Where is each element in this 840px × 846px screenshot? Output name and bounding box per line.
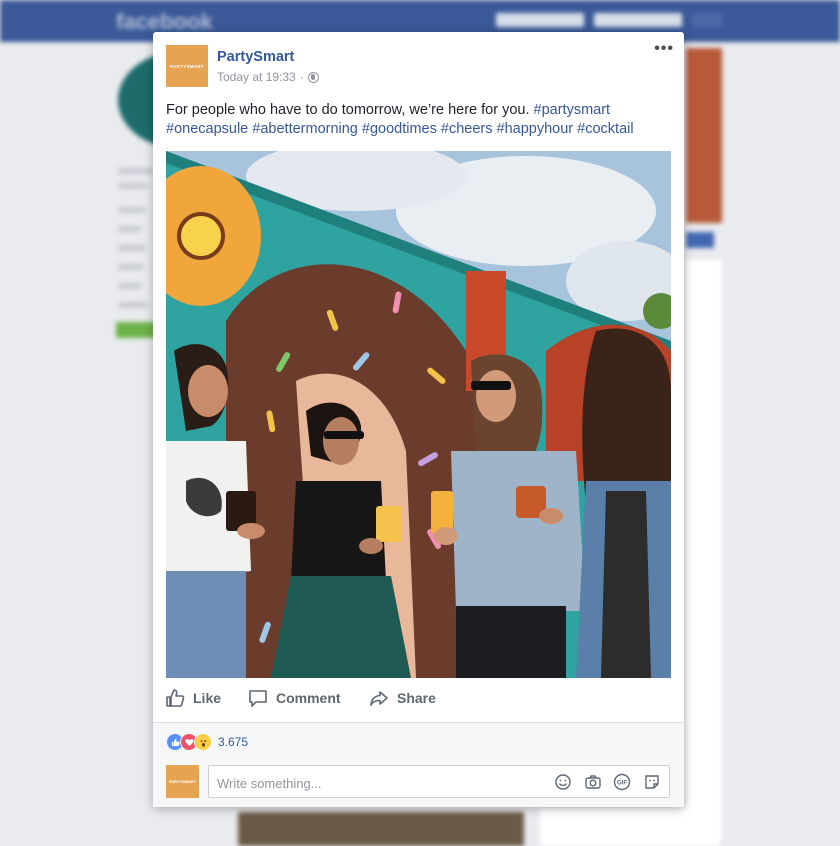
post-photo[interactable] [166,151,671,678]
comment-input[interactable] [215,772,539,794]
post-card: PARTYSMART PartySmart Today at 19:33 · •… [153,32,684,807]
background-text-line [118,183,148,189]
hashtag-link[interactable]: #cocktail [577,121,633,137]
post-actions-bar: Like Comment Share [153,682,684,720]
background-password-field [594,13,682,27]
hashtag-link[interactable]: #abettermorning [252,121,358,137]
background-text-line [118,302,148,308]
hashtag-link[interactable]: #happyhour [497,121,574,137]
post-timestamp[interactable]: Today at 19:33 [217,70,296,84]
hashtag-link[interactable]: #cheers [441,121,493,137]
commenter-avatar: PARTYSMART [166,765,199,798]
like-label: Like [193,690,222,706]
background-text-line [118,226,142,232]
background-right-button [686,232,714,248]
globe-icon[interactable] [307,71,319,83]
comment-button[interactable]: Comment [248,688,341,708]
page-name-link[interactable]: PartySmart [217,49,294,65]
page-avatar[interactable]: PARTYSMART [166,45,208,87]
background-bottom-photo [238,812,524,846]
comment-label: Comment [276,690,341,706]
share-label: Share [397,690,436,706]
share-button[interactable]: Share [369,688,436,708]
reactions-count[interactable]: 3.675 [218,735,248,749]
sticker-icon[interactable] [643,773,661,791]
background-text-line [118,207,146,213]
background-text-line [118,283,142,289]
thumbs-up-icon [166,689,185,707]
gif-icon[interactable]: GIF [613,773,631,791]
post-body: For people who have to do tomorrow, we’r… [166,102,530,118]
meta-separator: · [299,70,304,84]
emoji-icon[interactable] [554,773,572,791]
background-text-line [118,245,146,251]
more-options-button[interactable]: ••• [654,40,674,58]
hashtag-link[interactable]: #goodtimes [362,121,437,137]
background-email-field [496,13,584,27]
post-meta: Today at 19:33 · [217,70,319,84]
post-footer: 3.675 PARTYSMART GIF [153,723,684,807]
background-text-line [118,168,154,174]
gif-label: GIF [617,781,627,787]
commenter-avatar-logo: PARTYSMART [168,779,197,784]
comment-composer[interactable]: GIF [208,765,670,798]
reactions-summary[interactable]: 3.675 [166,733,248,751]
wow-reaction-icon [194,733,212,751]
background-right-panel [686,260,722,840]
like-button[interactable]: Like [165,688,221,708]
comment-bubble-icon [249,690,267,707]
share-arrow-icon [370,691,388,706]
post-photo-illustration [166,151,671,678]
avatar-logo: PARTYSMART [170,63,204,69]
hashtag-link[interactable]: #partysmart [534,102,611,118]
background-login-button [692,13,722,27]
post-text: For people who have to do tomorrow, we’r… [166,101,676,139]
background-bottom-card [540,808,720,846]
background-text-line [118,264,144,270]
background-right-photo [686,48,722,223]
camera-icon[interactable] [584,773,602,791]
background-green-button [116,322,156,338]
hashtag-link[interactable]: #onecapsule [166,121,248,137]
